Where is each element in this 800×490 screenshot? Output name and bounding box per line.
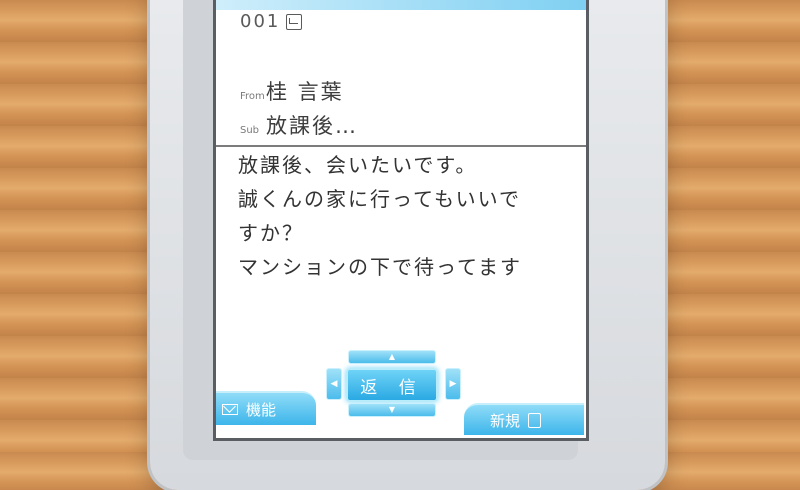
header-divider xyxy=(216,145,586,147)
subject-row: Sub 放課後… xyxy=(240,110,358,140)
dpad-down-button[interactable]: ▼ xyxy=(348,403,436,417)
function-softkey[interactable]: 機能 xyxy=(216,391,316,425)
new-message-softkey[interactable]: 新規 xyxy=(464,403,584,435)
dpad-right-button[interactable]: ▶ xyxy=(445,368,461,400)
body-line: すか？ xyxy=(238,221,304,245)
message-number-row: 001 xyxy=(240,11,303,32)
sender-name: 桂 言葉 xyxy=(266,80,344,104)
from-tag: From xyxy=(240,91,265,102)
subject-tag: Sub xyxy=(240,125,260,136)
compose-icon xyxy=(528,412,542,428)
dpad-up-button[interactable]: ▲ xyxy=(348,350,436,364)
body-line: 誠くんの家に行ってもいいで xyxy=(238,187,521,211)
body-line: マンションの下で待ってます xyxy=(238,255,522,279)
body-line: 放課後、会いたいです。 xyxy=(238,153,478,177)
mail-icon xyxy=(222,403,238,415)
read-mail-icon xyxy=(286,13,303,30)
subject-text: 放課後… xyxy=(266,114,358,138)
function-softkey-label: 機能 xyxy=(246,400,277,419)
reply-button[interactable]: 返 信 xyxy=(346,368,438,402)
from-row: From 桂 言葉 xyxy=(240,76,344,106)
status-bar xyxy=(216,0,586,10)
dpad-left-button[interactable]: ◀ xyxy=(326,368,342,400)
message-body: 放課後、会いたいです。 誠くんの家に行ってもいいで すか？ マンションの下で待っ… xyxy=(238,148,568,284)
new-message-softkey-label: 新規 xyxy=(490,411,521,430)
message-number: 001 xyxy=(240,11,281,32)
